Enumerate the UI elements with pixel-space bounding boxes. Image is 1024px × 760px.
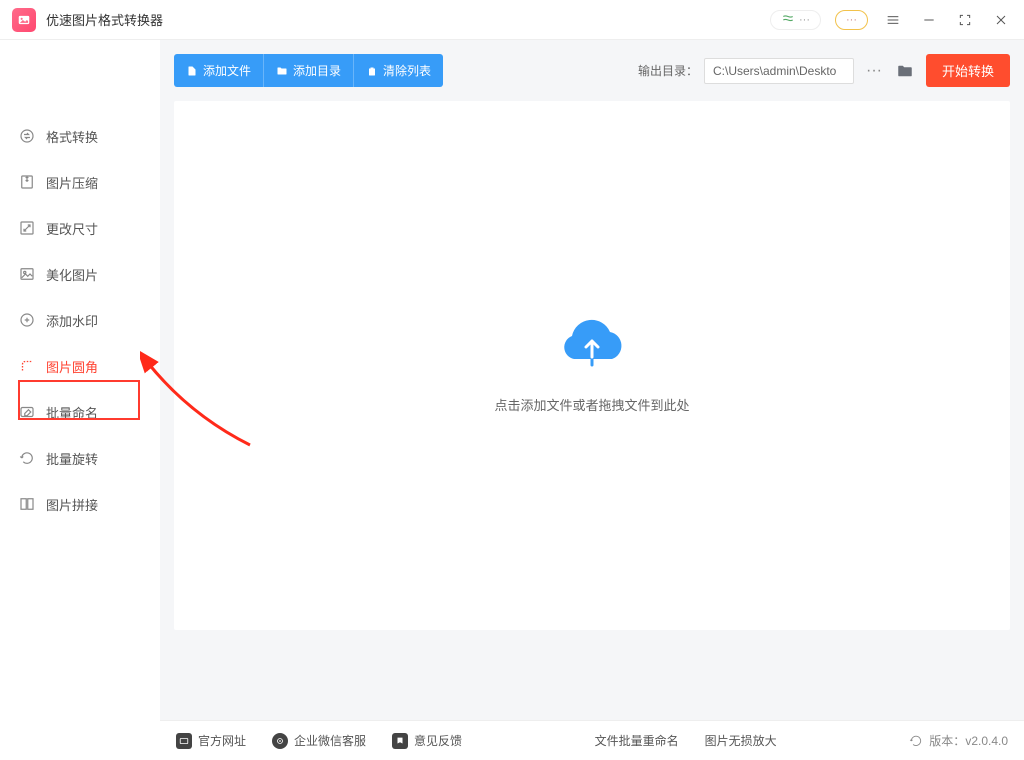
stitch-icon: [18, 495, 36, 513]
sidebar-item-batch-rename[interactable]: 批量命名: [10, 392, 150, 432]
footer-version: 版本：v2.0.4.0: [909, 732, 1008, 749]
beautify-icon: [18, 265, 36, 283]
resize-icon: [18, 219, 36, 237]
footer-batch-rename[interactable]: 文件批量重命名: [595, 732, 679, 749]
output-dir-input[interactable]: [704, 58, 854, 84]
watermark-icon: [18, 311, 36, 329]
sidebar-item-label: 批量命名: [46, 403, 98, 422]
start-convert-button[interactable]: 开始转换: [926, 54, 1010, 87]
sidebar-item-compress[interactable]: 图片压缩: [10, 162, 150, 202]
close-button[interactable]: [990, 9, 1012, 31]
sidebar-item-stitch[interactable]: 图片拼接: [10, 484, 150, 524]
output-dir-label: 输出目录：: [638, 62, 698, 79]
sidebar-item-format-convert[interactable]: 格式转换: [10, 116, 150, 156]
add-folder-button[interactable]: 添加目录: [263, 54, 353, 87]
sidebar-item-label: 图片拼接: [46, 495, 98, 514]
sidebar-item-label: 更改尺寸: [46, 219, 98, 238]
app-title: 优速图片格式转换器: [46, 10, 163, 29]
footer-official-site[interactable]: 官方网址: [176, 732, 246, 749]
menu-icon[interactable]: [882, 9, 904, 31]
sidebar-item-label: 图片圆角: [46, 357, 98, 376]
browse-button[interactable]: ···: [860, 57, 888, 85]
sidebar-item-label: 添加水印: [46, 311, 98, 330]
support-icon: [272, 733, 288, 749]
footer-wechat-support[interactable]: 企业微信客服: [272, 732, 366, 749]
sidebar-item-watermark[interactable]: 添加水印: [10, 300, 150, 340]
sidebar-item-round-corner[interactable]: 图片圆角: [10, 346, 150, 386]
user-badge-2[interactable]: ···: [835, 10, 868, 30]
round-corner-icon: [18, 357, 36, 375]
sidebar-item-label: 批量旋转: [46, 449, 98, 468]
globe-icon: [176, 733, 192, 749]
open-folder-button[interactable]: [894, 60, 916, 82]
clear-list-button[interactable]: 清除列表: [353, 54, 443, 87]
sidebar-item-label: 图片压缩: [46, 173, 98, 192]
sidebar-item-label: 格式转换: [46, 127, 98, 146]
footer-feedback[interactable]: 意见反馈: [392, 732, 462, 749]
drop-zone[interactable]: 点击添加文件或者拖拽文件到此处: [174, 101, 1010, 630]
sidebar-item-resize[interactable]: 更改尺寸: [10, 208, 150, 248]
footer-enlarge[interactable]: 图片无损放大: [705, 732, 777, 749]
user-badge-1[interactable]: ···: [770, 10, 821, 30]
sidebar: 格式转换 图片压缩 更改尺寸 美化图片 添加水印 图片圆角 批量命名 批量旋转 …: [0, 40, 160, 720]
feedback-icon: [392, 733, 408, 749]
compress-icon: [18, 173, 36, 191]
app-logo: [12, 8, 36, 32]
sidebar-item-batch-rotate[interactable]: 批量旋转: [10, 438, 150, 478]
cloud-upload-icon: [552, 317, 632, 377]
maximize-button[interactable]: [954, 9, 976, 31]
sidebar-item-label: 美化图片: [46, 265, 98, 284]
rename-icon: [18, 403, 36, 421]
rotate-icon: [18, 449, 36, 467]
sidebar-item-beautify[interactable]: 美化图片: [10, 254, 150, 294]
minimize-button[interactable]: [918, 9, 940, 31]
drop-zone-text: 点击添加文件或者拖拽文件到此处: [494, 395, 689, 414]
convert-icon: [18, 127, 36, 145]
add-file-button[interactable]: 添加文件: [174, 54, 263, 87]
